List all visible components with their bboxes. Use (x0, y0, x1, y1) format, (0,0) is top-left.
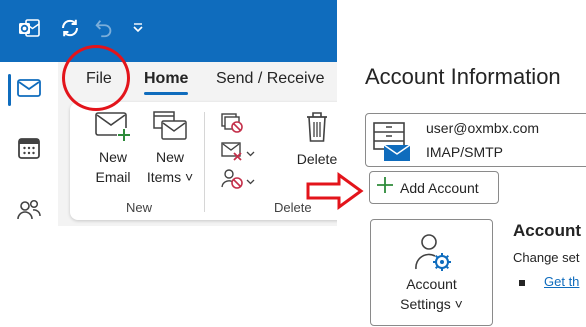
navigation-rail (0, 62, 58, 327)
new-items-icon (150, 110, 190, 147)
delete-label: Delete (296, 151, 337, 167)
new-email-button[interactable]: New Email (90, 110, 136, 187)
add-account-button[interactable]: Add Account (369, 171, 499, 204)
nav-calendar[interactable] (0, 128, 58, 172)
annotation-arrow (306, 172, 364, 210)
new-items-label-2: Items ˅ (146, 169, 194, 185)
trash-icon (301, 110, 333, 149)
chevron-down-icon (246, 172, 255, 190)
account-settings-icon (413, 232, 453, 272)
mail-icon (16, 77, 42, 104)
account-information-panel: Account Information user@oxmbx.com IMAP/… (306, 40, 586, 327)
chevron-down-icon (246, 144, 255, 162)
undo-icon[interactable] (90, 14, 118, 42)
ignore-button[interactable] (220, 112, 256, 139)
group-label-new: New (126, 200, 153, 215)
plus-icon (376, 176, 394, 199)
sync-icon[interactable] (56, 14, 84, 42)
nav-mail[interactable] (0, 68, 58, 112)
calendar-icon (16, 135, 42, 166)
account-settings-button[interactable]: Account Settings ˅ (370, 219, 493, 326)
new-items-button[interactable]: New Items ˅ (144, 110, 196, 187)
junk-icon (220, 168, 244, 195)
account-settings-label: Account Settings ˅ (400, 276, 463, 312)
people-icon (15, 198, 43, 227)
tab-send-receive[interactable]: Send / Receive (216, 70, 325, 88)
annotation-circle (62, 45, 130, 111)
email-account-icon (372, 120, 412, 162)
account-email: user@oxmbx.com (426, 120, 540, 136)
ignore-icon (220, 112, 244, 139)
delete-button[interactable]: Delete (294, 110, 337, 169)
page-title: Account Information (365, 64, 561, 89)
outlook-window: File Home Send / Receive New Email New I… (0, 0, 337, 327)
title-bar (0, 0, 337, 62)
ribbon-panel: New Email New Items ˅ Delete New Delete (70, 102, 337, 220)
new-items-label: New (155, 149, 184, 165)
section-description: Change set (513, 250, 580, 265)
more-dropdown-icon[interactable] (128, 14, 148, 42)
account-type: IMAP/SMTP (426, 144, 504, 160)
tab-home[interactable]: Home (144, 70, 189, 95)
add-account-label: Add Account (400, 179, 479, 196)
bullet (519, 280, 525, 286)
account-selector[interactable]: user@oxmbx.com IMAP/SMTP (365, 113, 586, 167)
clean-up-button[interactable] (220, 140, 256, 167)
outlook-app-icon (15, 14, 43, 42)
nav-people[interactable] (0, 190, 58, 234)
new-email-label-2: Email (95, 169, 131, 185)
section-link[interactable]: Get th (544, 274, 579, 289)
junk-button[interactable] (220, 168, 256, 195)
clean-up-icon (220, 140, 244, 167)
new-email-label: New (98, 149, 127, 165)
section-title: Account (513, 221, 581, 240)
ribbon-group-divider (204, 112, 205, 212)
new-email-icon (93, 110, 133, 147)
